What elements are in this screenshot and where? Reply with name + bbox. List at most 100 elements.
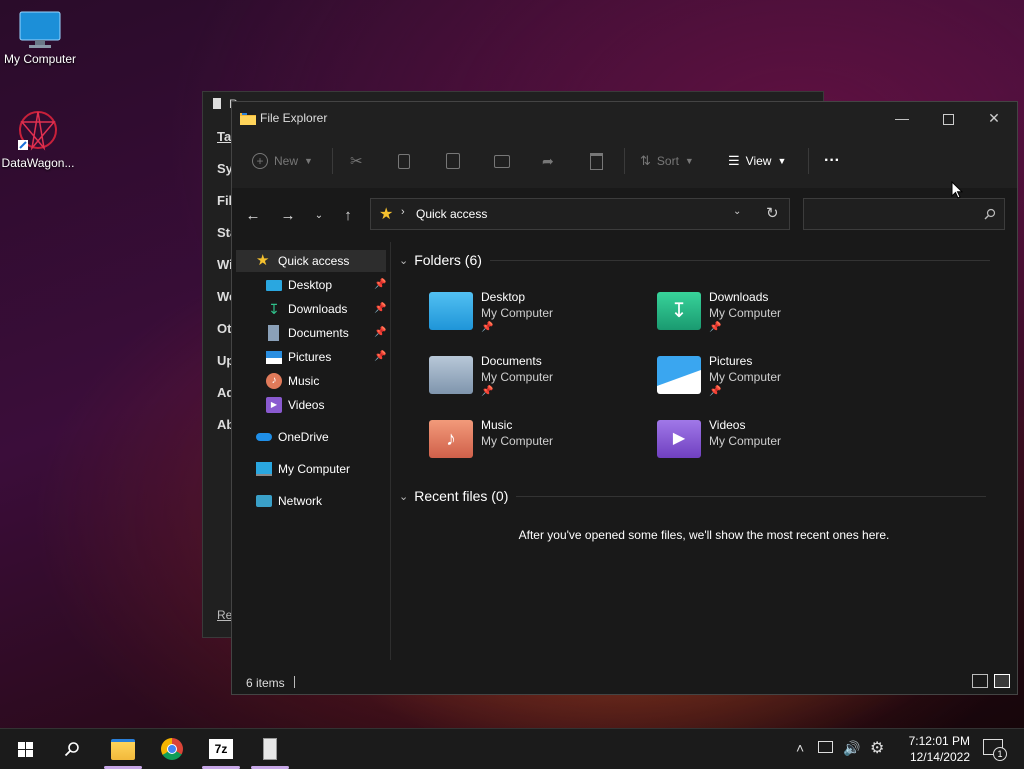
trash-icon (590, 152, 603, 170)
search-icon (984, 208, 996, 220)
sidebar-item-quick-access[interactable]: ★ Quick access (236, 250, 386, 272)
pictures-icon (266, 350, 282, 364)
background-window-item[interactable]: Ta (217, 129, 231, 144)
search-box[interactable] (803, 198, 1005, 230)
content-pane: ⌄ Folders (6) Desktop My Computer 📌 ↧ Do… (391, 242, 1017, 660)
sidebar-item-desktop[interactable]: Desktop 📌 (236, 274, 386, 296)
clock-date: 12/14/2022 (909, 750, 970, 764)
rename-button[interactable] (494, 148, 510, 174)
background-window-icon (213, 98, 221, 109)
folder-tile-documents[interactable]: Documents My Computer 📌 (429, 350, 649, 406)
sort-icon: ⇅ (640, 153, 651, 168)
sidebar-item-videos[interactable]: ▶ Videos (236, 394, 386, 416)
sidebar-item-network[interactable]: Network (236, 490, 386, 512)
volume-icon[interactable]: 🔊 (843, 740, 860, 757)
datawagon-icon (18, 111, 57, 151)
star-icon: ★ (256, 252, 270, 269)
sidebar-item-music[interactable]: ♪ Music (236, 370, 386, 392)
desktop-icon-datawagon[interactable]: DataWagon... (0, 108, 78, 170)
network-status-icon[interactable] (818, 740, 833, 756)
folder-location: My Computer (709, 370, 782, 384)
sidebar-item-label: Documents (288, 326, 349, 340)
delete-button[interactable] (590, 148, 603, 174)
7zip-icon: 7z (209, 739, 233, 759)
minimize-button[interactable]: — (882, 106, 922, 130)
monitor-icon (19, 11, 61, 48)
navigation-row: ← → ⌄ ↑ ★ › Quick access ⌄ ↻ (232, 188, 1017, 242)
sidebar-item-my-computer[interactable]: My Computer (236, 458, 386, 480)
show-hidden-icons-button[interactable]: ˄ (796, 740, 804, 756)
search-input[interactable] (812, 207, 972, 221)
desktop-icon-label: My Computer (3, 52, 77, 66)
taskbar-chrome[interactable] (157, 735, 187, 763)
downloads-folder-icon: ↧ (657, 292, 701, 330)
title-bar[interactable]: File Explorer — ✕ (232, 102, 1017, 134)
address-bar[interactable]: ★ › Quick access ⌄ ↻ (370, 198, 790, 230)
sidebar-item-label: OneDrive (278, 430, 329, 444)
folder-tile-desktop[interactable]: Desktop My Computer 📌 (429, 286, 649, 342)
sidebar-item-pictures[interactable]: Pictures 📌 (236, 346, 386, 368)
navigation-pane: ★ Quick access Desktop 📌 ↧ Downloads 📌 D… (232, 242, 391, 660)
recent-locations-button[interactable]: ⌄ (308, 205, 330, 227)
details-view-button[interactable] (972, 674, 988, 688)
recent-files-section-title: Recent files (0) (414, 488, 509, 504)
folder-location: My Computer (709, 434, 782, 448)
folder-name: Videos (709, 418, 746, 432)
cut-button[interactable]: ✂ (350, 148, 363, 174)
background-window-item[interactable]: Ot (217, 321, 231, 336)
chevron-down-icon: ▼ (777, 156, 787, 166)
folder-tile-downloads[interactable]: ↧ Downloads My Computer 📌 (657, 286, 877, 342)
file-explorer-window[interactable]: File Explorer — ✕ + New ▼ ✂ ➦ ⇅ Sort ▼ ☰… (231, 101, 1018, 695)
recent-files-section-header[interactable]: ⌄ Recent files (0) (399, 488, 987, 504)
sort-button[interactable]: ⇅ Sort ▼ (640, 148, 694, 174)
pin-icon: 📌 (709, 322, 722, 333)
view-list-icon: ☰ (728, 153, 740, 168)
documents-folder-icon (429, 356, 473, 394)
window-title: File Explorer (260, 111, 328, 125)
taskbar-7zip[interactable]: 7z (202, 735, 240, 769)
desktop-folder-icon (429, 292, 473, 330)
sidebar-item-onedrive[interactable]: OneDrive (236, 426, 386, 448)
chevron-down-icon: ⌄ (399, 490, 409, 503)
taskbar-file-explorer[interactable] (104, 735, 142, 769)
refresh-icon[interactable]: ↻ (766, 204, 779, 222)
paste-button[interactable] (446, 148, 460, 174)
star-icon: ★ (379, 206, 394, 223)
pictures-folder-icon (657, 356, 701, 394)
sidebar-item-label: My Computer (278, 462, 351, 476)
tiles-view-button[interactable] (994, 674, 1010, 688)
sidebar-item-downloads[interactable]: ↧ Downloads 📌 (236, 298, 386, 320)
close-button[interactable]: ✕ (974, 106, 1014, 130)
folder-tile-videos[interactable]: ▶ Videos My Computer (657, 414, 877, 470)
folder-tile-pictures[interactable]: Pictures My Computer 📌 (657, 350, 877, 406)
address-location[interactable]: Quick access (416, 207, 487, 221)
start-button[interactable] (10, 735, 40, 763)
desktop-icon-my-computer[interactable]: My Computer (0, 10, 80, 66)
background-window-item[interactable]: Fil (217, 193, 232, 208)
paste-icon (446, 153, 460, 169)
view-button[interactable]: ☰ View ▼ (728, 148, 786, 174)
copy-icon (398, 153, 410, 169)
folder-name: Desktop (481, 290, 526, 304)
up-button[interactable]: ↑ (337, 205, 359, 227)
copy-button[interactable] (398, 148, 410, 174)
sidebar-item-documents[interactable]: Documents 📌 (236, 322, 386, 344)
address-dropdown-icon[interactable]: ⌄ (733, 206, 741, 217)
folder-location: My Computer (481, 434, 554, 448)
maximize-button[interactable] (928, 106, 968, 130)
clock[interactable]: 7:12:01 PM 12/14/2022 (894, 733, 970, 765)
notification-center-button[interactable]: 1 (983, 739, 1007, 761)
new-button[interactable]: + New ▼ (252, 148, 313, 174)
folder-name: Music (481, 418, 513, 432)
settings-gear-icon[interactable]: ⚙ (870, 738, 884, 758)
music-folder-icon: ♪ (429, 420, 473, 458)
folder-tile-music[interactable]: ♪ Music My Computer (429, 414, 649, 470)
forward-button[interactable]: → (277, 205, 299, 227)
search-button[interactable] (57, 735, 87, 763)
see-more-button[interactable]: ··· (824, 148, 840, 174)
folders-section-header[interactable]: ⌄ Folders (6) (399, 252, 990, 268)
share-button[interactable]: ➦ (542, 148, 554, 174)
back-button[interactable]: ← (242, 205, 264, 227)
pin-icon: 📌 (374, 303, 387, 314)
taskbar-system-info[interactable] (251, 735, 289, 769)
